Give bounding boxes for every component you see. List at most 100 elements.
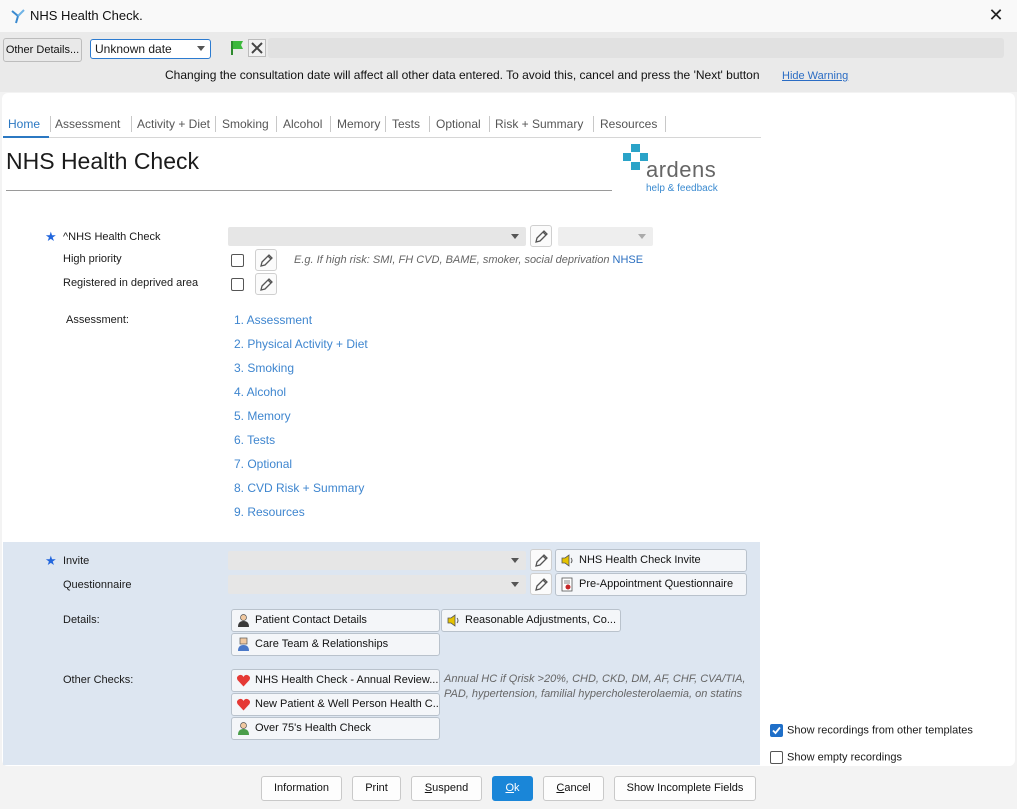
tab-activity-diet[interactable]: Activity + Diet [137,117,210,131]
patient-contact-details-button[interactable]: Patient Contact Details [231,609,440,632]
window-title: NHS Health Check. [30,8,143,23]
activity-diet-link[interactable]: 2. Physical Activity + Diet [234,337,368,351]
details-label: Details: [63,614,100,626]
show-empty-recordings-label: Show empty recordings [787,751,902,764]
speaker-icon [561,554,573,567]
toolbar: Other Details... Unknown date Changing t… [0,32,1017,92]
flag-icon[interactable] [228,39,246,57]
alcohol-link[interactable]: 4. Alcohol [234,385,286,399]
cancel-label: ancel [564,782,591,794]
memory-link[interactable]: 5. Memory [234,409,291,423]
show-other-templates-option[interactable]: Show recordings from other templates [770,724,973,737]
pre-appointment-questionnaire-button[interactable]: Pre-Appointment Questionnaire [555,573,747,596]
smoking-link[interactable]: 3. Smoking [234,361,294,375]
close-icon[interactable]: ✕ [985,4,1007,26]
patient-contact-details-label: Patient Contact Details [255,614,367,626]
other-checks-label: Other Checks: [63,674,134,686]
title-bar: NHS Health Check. ✕ [0,0,1017,32]
tab-home[interactable]: Home [8,117,40,131]
tab-risk-summary[interactable]: Risk + Summary [495,117,583,131]
tab-divider [593,116,594,132]
cancel-button[interactable]: Cancel [543,776,604,801]
elderly-person-icon [238,722,249,735]
pencil-icon[interactable] [530,225,552,247]
pencil-icon[interactable] [530,573,552,595]
show-other-templates-checkbox[interactable] [770,724,783,737]
app-icon [9,7,27,25]
person-icon [238,614,249,627]
assessment-link[interactable]: 1. Assessment [234,313,312,327]
over-75-health-check-label: Over 75's Health Check [255,722,371,734]
consultation-date-select[interactable]: Unknown date [90,39,211,59]
pencil-icon[interactable] [530,549,552,571]
suspend-button[interactable]: Suspend [411,776,482,801]
tab-divider [429,116,430,132]
new-patient-well-person-button[interactable]: New Patient & Well Person Health C... [231,693,440,716]
tab-bar: Home Assessment Activity + Diet Smoking … [3,110,761,138]
show-empty-recordings-option[interactable]: Show empty recordings [770,751,902,764]
tab-divider [665,116,666,132]
ardens-logo[interactable]: ardens help & feedback [622,143,732,195]
tab-memory[interactable]: Memory [337,117,380,131]
tab-divider [215,116,216,132]
tab-resources[interactable]: Resources [600,117,657,131]
care-team-relationships-button[interactable]: Care Team & Relationships [231,633,440,656]
optional-link[interactable]: 7. Optional [234,457,292,471]
annual-review-note-line: PAD, hypertension, familial hypercholest… [444,688,743,700]
show-incomplete-fields-button[interactable]: Show Incomplete Fields [614,776,756,801]
high-priority-checkbox[interactable] [231,254,244,267]
nhse-link[interactable]: NHSE [613,254,644,266]
clear-date-icon[interactable] [248,39,266,57]
date-warning: Changing the consultation date will affe… [0,68,1017,86]
date-select-value: Unknown date [95,42,172,56]
annual-review-button[interactable]: NHS Health Check - Annual Review... [231,669,440,692]
nhs-health-check-invite-label: NHS Health Check Invite [579,554,701,566]
care-team-icon [238,637,249,651]
tab-optional[interactable]: Optional [436,117,481,131]
page-title: NHS Health Check [6,148,200,174]
tab-smoking[interactable]: Smoking [222,117,269,131]
tab-tests[interactable]: Tests [392,117,420,131]
nhs-health-check-date-select[interactable] [558,227,653,246]
show-empty-recordings-checkbox[interactable] [770,751,783,764]
high-priority-hint-text: E.g. If high risk: SMI, FH CVD, BAME, sm… [294,254,610,266]
nhs-health-check-invite-button[interactable]: NHS Health Check Invite [555,549,747,572]
pencil-icon[interactable] [255,273,277,295]
other-details-button[interactable]: Other Details... [3,38,82,62]
warning-message: Changing the consultation date will affe… [165,68,760,82]
chevron-down-icon [511,582,519,587]
date-display-bar [268,38,1004,58]
nhs-health-check-select[interactable] [228,227,526,246]
questionnaire-select[interactable] [228,575,526,594]
tab-alcohol[interactable]: Alcohol [283,117,322,131]
pencil-icon[interactable] [255,249,277,271]
tab-assessment[interactable]: Assessment [55,117,120,131]
hide-warning-link[interactable]: Hide Warning [782,70,848,82]
deprived-area-label: Registered in deprived area [63,277,199,289]
suspend-label: uspend [432,782,469,794]
deprived-area-checkbox[interactable] [231,278,244,291]
reasonable-adjustments-label: Reasonable Adjustments, Co... [465,614,617,626]
title-divider [6,190,612,191]
tab-divider [50,116,51,132]
print-button[interactable]: Print [352,776,401,801]
tab-divider [276,116,277,132]
cvd-risk-summary-link[interactable]: 8. CVD Risk + Summary [234,481,364,495]
ok-button[interactable]: Ok [492,776,533,801]
chevron-down-icon [197,46,205,51]
new-patient-well-person-label: New Patient & Well Person Health C... [255,698,440,710]
required-star-icon: ★ [45,553,57,568]
high-priority-label: High priority [63,253,122,265]
information-button[interactable]: Information [261,776,342,801]
over-75-health-check-button[interactable]: Over 75's Health Check [231,717,440,740]
tests-link[interactable]: 6. Tests [234,433,275,447]
assessment-label: Assessment: [66,314,129,326]
questionnaire-label: Questionnaire [63,579,132,591]
reasonable-adjustments-button[interactable]: Reasonable Adjustments, Co... [441,609,621,632]
help-feedback-link[interactable]: help & feedback [646,183,718,194]
footer: Information Print Suspend Ok Cancel Show… [0,768,1017,809]
resources-link[interactable]: 9. Resources [234,505,305,519]
chevron-down-icon [511,558,519,563]
invite-select[interactable] [228,551,526,570]
high-priority-hint: E.g. If high risk: SMI, FH CVD, BAME, sm… [294,254,643,266]
